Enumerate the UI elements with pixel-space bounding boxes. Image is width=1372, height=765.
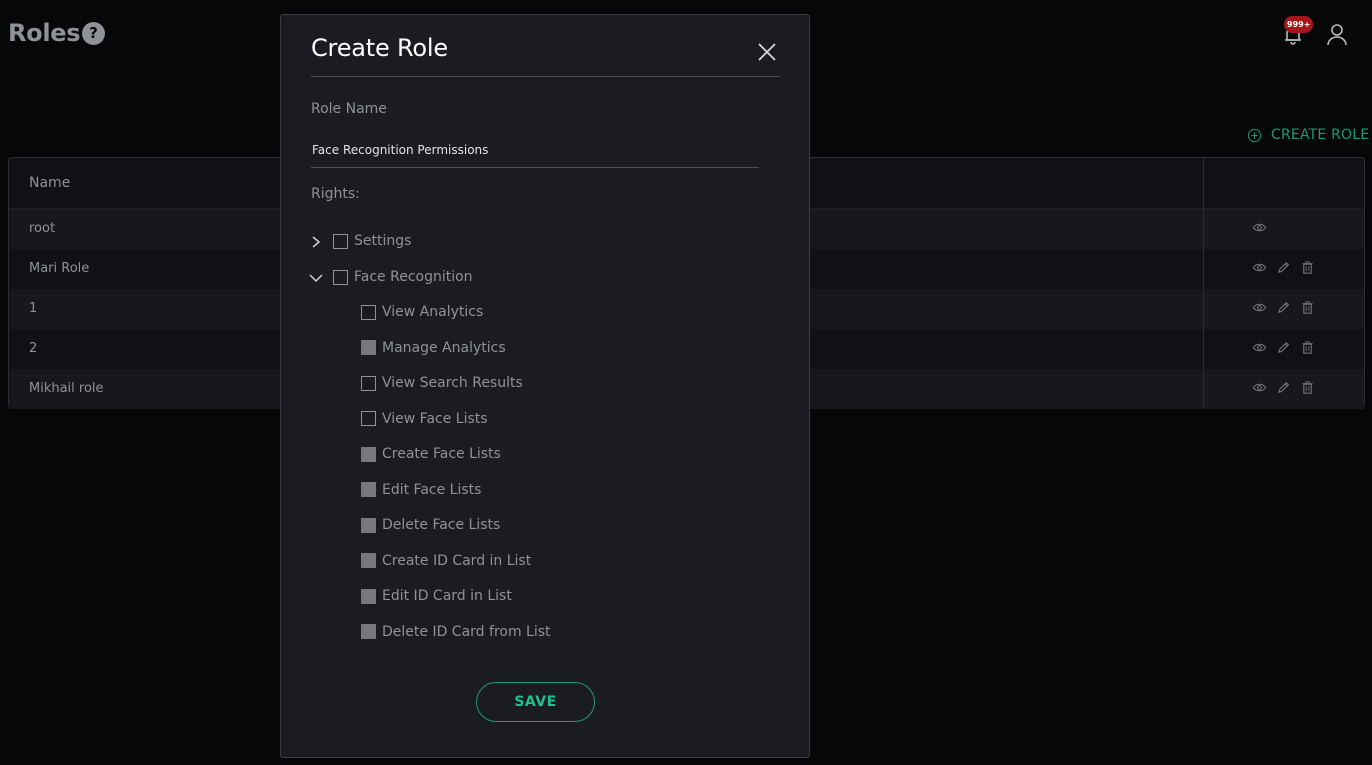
notification-badge: 999+ (1284, 16, 1314, 33)
pencil-icon[interactable] (1276, 260, 1291, 275)
row-actions (1252, 220, 1267, 235)
plus-circle-icon (1247, 128, 1262, 142)
permission-label: View Search Results (382, 375, 523, 391)
role-name-cell: Mikhail role (29, 381, 104, 396)
role-name-input[interactable] (311, 133, 759, 168)
group-checkbox[interactable] (333, 233, 348, 249)
create-role-button[interactable]: CREATE ROLE (1247, 126, 1369, 144)
roles-page: Roles ? 999+ CREATE ROLE Name root Mari R… (0, 0, 1372, 765)
permission-item: Create Face Lists (361, 444, 501, 464)
permission-label: Delete ID Card from List (382, 623, 551, 640)
title-divider (311, 76, 780, 77)
permission-checkbox[interactable] (361, 375, 376, 391)
group-checkbox[interactable] (333, 269, 348, 285)
permission-item: View Search Results (361, 373, 523, 393)
row-actions (1252, 260, 1315, 275)
trash-icon[interactable] (1300, 260, 1315, 275)
group-label: Face Recognition (354, 269, 473, 285)
permission-checkbox (361, 340, 376, 355)
permission-label: View Face Lists (382, 410, 488, 427)
rights-label: Rights: (311, 186, 360, 202)
pencil-icon[interactable] (1276, 380, 1291, 395)
row-actions (1252, 340, 1315, 355)
role-name-cell: 2 (29, 341, 38, 356)
permission-item: Delete Face Lists (361, 515, 500, 535)
save-button[interactable]: SAVE (476, 682, 595, 722)
permission-item: Manage Analytics (361, 338, 506, 358)
permission-item: Edit ID Card in List (361, 586, 512, 606)
permission-checkbox[interactable] (361, 304, 376, 320)
permission-checkbox (361, 553, 376, 568)
permission-label: Delete Face Lists (382, 517, 501, 533)
row-actions (1252, 300, 1315, 315)
help-icon[interactable]: ? (82, 22, 105, 45)
permission-checkbox (361, 517, 376, 533)
permission-checkbox[interactable] (361, 411, 376, 426)
trash-icon[interactable] (1300, 340, 1315, 355)
role-name-label: Role Name (311, 101, 387, 117)
permission-item: View Analytics (361, 302, 483, 322)
permission-checkbox (361, 446, 376, 462)
chevron-right-icon[interactable] (309, 234, 323, 248)
permission-item: Edit Face Lists (361, 480, 481, 500)
user-icon[interactable] (1325, 22, 1349, 46)
eye-icon[interactable] (1252, 300, 1267, 315)
permission-checkbox (361, 624, 376, 639)
role-name-cell: root (29, 221, 56, 236)
chevron-down-icon[interactable] (309, 270, 323, 284)
permission-checkbox (361, 482, 376, 497)
rights-group: Settings (309, 231, 411, 251)
create-role-dialog: Create Role Role Name Rights: Settings Fa… (280, 14, 810, 758)
row-actions (1252, 380, 1315, 395)
trash-icon[interactable] (1300, 380, 1315, 395)
role-name-cell: 1 (29, 301, 38, 316)
column-divider (1203, 158, 1204, 408)
eye-icon[interactable] (1252, 380, 1267, 395)
column-header-name: Name (29, 175, 71, 191)
permission-item: Create ID Card in List (361, 551, 531, 571)
pencil-icon[interactable] (1276, 340, 1291, 355)
pencil-icon[interactable] (1276, 300, 1291, 315)
eye-icon[interactable] (1252, 340, 1267, 355)
eye-icon[interactable] (1252, 260, 1267, 275)
group-label: Settings (354, 233, 412, 249)
dialog-title: Create Role (311, 34, 448, 62)
page-title: Roles (8, 19, 81, 47)
permission-item: View Face Lists (361, 409, 488, 429)
permission-label: Edit ID Card in List (382, 588, 512, 604)
eye-icon[interactable] (1252, 220, 1267, 235)
permission-item: Delete ID Card from List (361, 622, 551, 642)
role-name-cell: Mari Role (29, 261, 90, 276)
permission-label: Edit Face Lists (382, 481, 482, 498)
close-icon[interactable] (755, 40, 779, 64)
permission-label: Manage Analytics (382, 339, 506, 356)
permission-label: Create ID Card in List (382, 552, 532, 569)
permission-label: View Analytics (382, 304, 484, 320)
create-role-label: CREATE ROLE (1271, 127, 1370, 143)
trash-icon[interactable] (1300, 300, 1315, 315)
permission-checkbox (361, 588, 376, 604)
permission-label: Create Face Lists (382, 446, 501, 462)
rights-group: Face Recognition (309, 267, 473, 287)
